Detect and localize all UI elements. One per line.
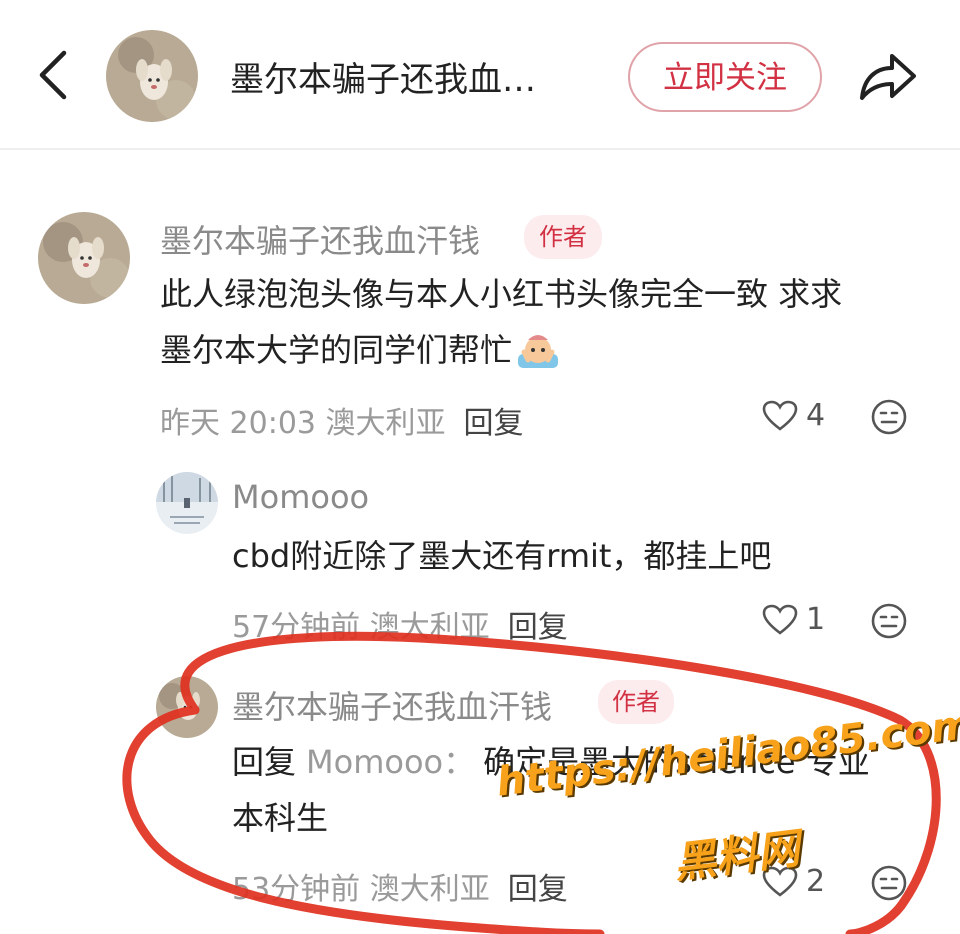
like-count: 1 [806,602,826,637]
emoji-reaction-icon[interactable] [870,864,908,902]
like-count: 4 [806,398,826,433]
like-count: 2 [806,864,826,899]
comment-avatar[interactable] [156,676,218,738]
like-button[interactable]: 1 [762,602,825,637]
comment-author[interactable]: Momooo [232,478,369,516]
crying-emoji-icon [518,335,559,368]
emoji-reaction-icon[interactable] [870,602,908,640]
comment-avatar[interactable] [38,212,130,304]
reply-to-user[interactable]: Momooo： [306,743,475,781]
reply-button[interactable]: 回复 [508,610,568,645]
like-button[interactable]: 4 [762,398,825,433]
page-title: 墨尔本骗子还我血… [230,60,536,100]
comment-meta: 昨天 20:03 澳大利亚 回复 [160,398,524,442]
share-icon[interactable] [856,48,918,104]
comment-avatar[interactable] [156,472,218,534]
author-avatar[interactable] [106,30,198,122]
back-arrow-icon[interactable] [30,45,80,105]
reply-button[interactable]: 回复 [508,872,568,907]
heart-icon [762,400,798,431]
author-badge: 作者 [524,215,602,259]
emoji-reaction-icon[interactable] [870,398,908,436]
comment-meta: 53分钟前 澳大利亚 回复 [232,864,568,908]
reply-prefix: 回复 [232,743,297,781]
reply-button[interactable]: 回复 [464,406,524,441]
comment-meta: 57分钟前 澳大利亚 回复 [232,602,568,646]
comment-text: 墨尔本大学的同学们帮忙 [160,331,513,369]
author-badge: 作者 [598,680,674,724]
comment-text-line: 墨尔本大学的同学们帮忙 [160,322,560,378]
comment-text: 此人绿泡泡头像与本人小红书头像完全一致 求求 [160,275,843,313]
watermark-url: https://heiliao85.com [494,701,960,806]
comment-text-line: 此人绿泡泡头像与本人小红书头像完全一致 求求 [160,266,842,322]
heart-icon [762,604,798,635]
comment-author[interactable]: 墨尔本骗子还我血汗钱 [160,216,480,262]
comment-author[interactable]: 墨尔本骗子还我血汗钱 [232,682,552,728]
comment-time-location: 57分钟前 澳大利亚 [232,610,490,645]
comment-time-location: 昨天 20:03 澳大利亚 [160,406,446,441]
comment-time-location: 53分钟前 澳大利亚 [232,872,490,907]
header-divider [0,148,960,150]
comment-text: 本科生 [232,799,329,837]
top-bar: 墨尔本骗子还我血… 立即关注 [0,0,960,150]
comment-text: cbd附近除了墨大还有rmit，都挂上吧 [232,537,772,575]
follow-button[interactable]: 立即关注 [628,42,822,112]
